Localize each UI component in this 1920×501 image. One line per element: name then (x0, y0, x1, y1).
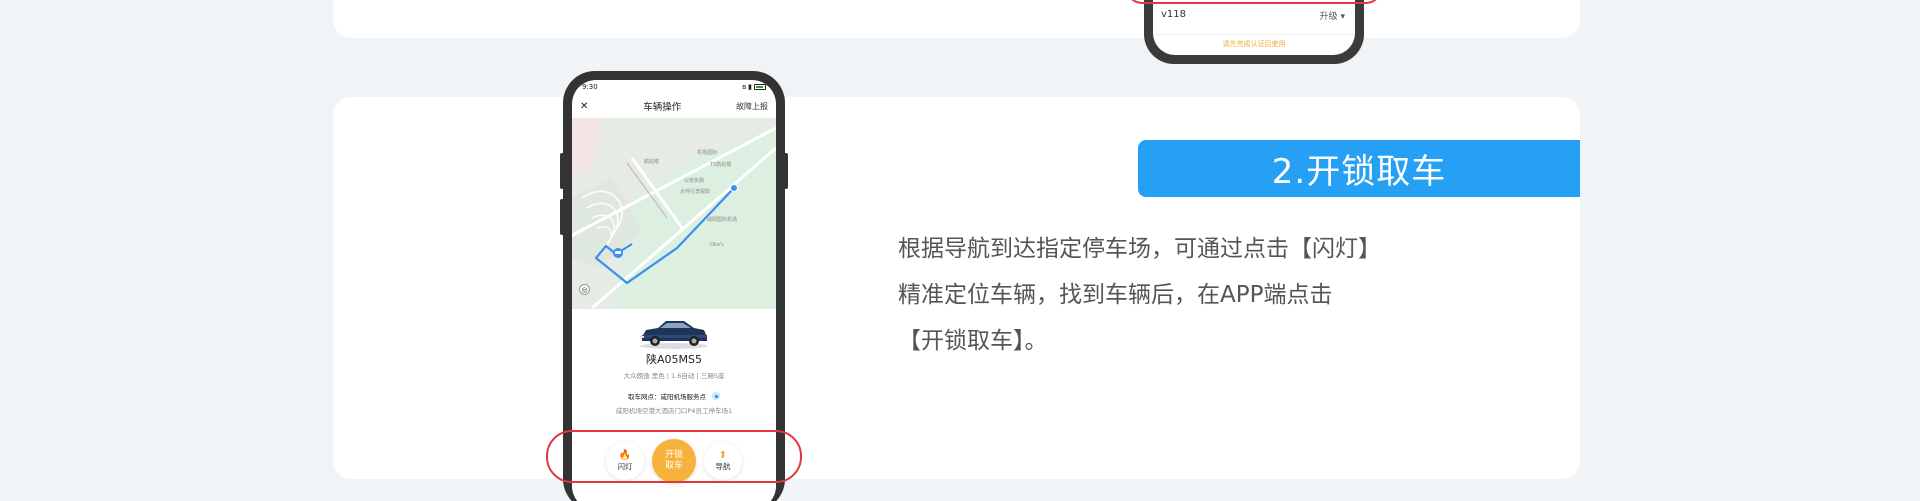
status-bar: 9:30 ʙ ▮ (572, 80, 776, 94)
version-row: v118 升级 ▾ (1161, 9, 1345, 22)
map-label: 航站楼 (644, 159, 660, 165)
status-time: 9:30 (582, 83, 598, 91)
signal-icon: ▮ (748, 83, 752, 91)
auth-hint: 请先完成认证后使用 (1153, 34, 1355, 49)
step-description: 根据导航到达指定停车场，可通过点击【闪灯】精准定位车辆，找到车辆后，在APP端点… (898, 236, 1370, 354)
map-label: T3航站楼 (710, 162, 732, 168)
location-pin-icon[interactable] (712, 392, 720, 400)
license-plate: 陕A05MS5 (646, 353, 702, 366)
previous-phone-mockup: v118 升级 ▾ 请先完成认证后使用 (1144, 0, 1364, 64)
map-view[interactable]: 航站楼 机场国际 T3航站楼 公安执勤 大件行李提取 咸阳国际机场 Oka's … (572, 118, 776, 309)
step-title-banner: 2.开锁取车 (1138, 140, 1580, 197)
phone-volume-button (560, 199, 564, 235)
map-label: Oka's (710, 242, 724, 248)
report-fault-link[interactable]: 故障上报 (736, 101, 768, 112)
car-image (640, 321, 708, 349)
step-title: 2.开锁取车 (1271, 152, 1447, 192)
map-label: 大件行李提取 (680, 189, 711, 195)
caret-down-icon: ▾ (1340, 12, 1345, 22)
status-indicators: ʙ ▮ (742, 83, 766, 91)
phone-volume-button (560, 153, 564, 189)
phone-power-button (784, 153, 788, 189)
map-label: 公安执勤 (684, 178, 705, 184)
battery-icon (754, 84, 766, 90)
car-model: 大众朗逸 黑色 | 1.6自动 | 三厢5座 (623, 372, 725, 380)
previous-phone-screen: v118 升级 ▾ 请先完成认证后使用 (1153, 0, 1355, 55)
map-label: 咸阳国际机场 (707, 217, 738, 223)
upgrade-label: 升级 (1319, 12, 1338, 22)
version-text: v118 (1161, 9, 1187, 20)
map-label: 机场国际 (697, 150, 718, 156)
previous-step-card (333, 0, 1580, 38)
locate-icon[interactable]: ◎ (579, 284, 590, 295)
page-title: 车辆操作 (643, 102, 682, 113)
pickup-address: 咸阳机场空港大酒店门口P4员工停车场1 (615, 407, 733, 415)
pickup-point: 取车网点：咸阳机场服务点 (628, 393, 706, 401)
highlight-ring-top (1126, 0, 1382, 4)
vehicle-panel: 陕A05MS5 大众朗逸 黑色 | 1.6自动 | 三厢5座 取车网点：咸阳机场… (572, 309, 776, 415)
bluetooth-icon: ʙ (742, 83, 747, 91)
upgrade-dropdown[interactable]: 升级 ▾ (1320, 9, 1345, 22)
map-graphic (572, 118, 776, 309)
nav-bar: ✕ 车辆操作 故障上报 (572, 94, 776, 118)
pickup-point-row: 取车网点：咸阳机场服务点 (572, 391, 776, 401)
highlight-ring-actions (546, 430, 802, 483)
close-icon[interactable]: ✕ (580, 101, 588, 112)
